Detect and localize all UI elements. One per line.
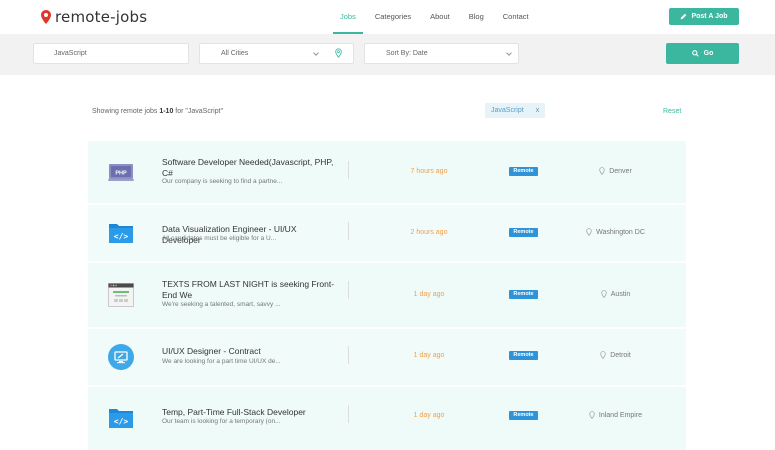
reset-link[interactable]: Reset <box>663 108 681 115</box>
php-icon: PHP <box>108 164 134 181</box>
divider <box>348 405 349 423</box>
location-text: Washington DC <box>596 228 645 236</box>
job-location: Austin <box>568 290 663 298</box>
summary-range: 1-10 <box>159 108 174 115</box>
browser-window-icon <box>108 283 134 307</box>
job-time: 1 day ago <box>413 291 445 298</box>
search-icon <box>691 50 699 57</box>
location-text: Inland Empire <box>598 411 643 419</box>
job-time: 1 day ago <box>413 412 445 419</box>
post-job-button[interactable]: Post A Job <box>669 8 739 25</box>
job-row[interactable]: PHP Software Developer Needed(Javascript… <box>88 141 686 203</box>
location-text: Detroit <box>610 351 631 359</box>
svg-text:</>: </> <box>114 232 129 241</box>
job-location: Denver <box>568 167 663 175</box>
divider <box>348 346 349 364</box>
divider <box>348 281 349 299</box>
code-folder-icon: </> <box>109 224 133 243</box>
city-select[interactable]: All Cities <box>199 43 354 64</box>
site-logo[interactable]: remote-jobs <box>41 8 147 26</box>
top-header: remote-jobs Jobs Categories About Blog C… <box>0 0 775 34</box>
job-desc: All candidates must be eligible for a U.… <box>162 235 277 242</box>
summary-prefix: Showing remote jobs <box>92 108 160 115</box>
sort-value: Sort By: Date <box>386 50 428 57</box>
job-title[interactable]: Temp, Part-Time Full-Stack Developer <box>162 407 336 418</box>
svg-text:</>: </> <box>114 417 129 426</box>
nav-jobs[interactable]: Jobs <box>333 0 363 34</box>
job-location: Washington DC <box>568 228 663 236</box>
monitor-icon <box>108 344 134 370</box>
job-time: 7 hours ago <box>410 168 448 175</box>
search-bar: JavaScript All Cities Sort By: Date <box>0 34 775 75</box>
map-pin-logo-icon <box>41 10 51 24</box>
filter-label: JavaScript <box>491 107 524 114</box>
job-row[interactable]: UI/UX Designer - Contract We are looking… <box>88 329 686 385</box>
job-title[interactable]: TEXTS FROM LAST NIGHT is seeking Front-E… <box>162 279 336 301</box>
job-desc: Our team is looking for a temporary (on.… <box>162 418 281 425</box>
city-value: All Cities <box>221 50 249 57</box>
job-title[interactable]: Software Developer Needed(Javascript, PH… <box>162 157 336 179</box>
location-pin-icon <box>586 228 592 236</box>
nav-about[interactable]: About <box>423 0 457 34</box>
job-location: Inland Empire <box>568 411 663 419</box>
post-job-label: Post A Job <box>691 13 728 20</box>
nav-blog[interactable]: Blog <box>462 0 491 34</box>
location-pin-icon <box>601 290 607 298</box>
job-desc: Our company is seeking to find a partne.… <box>162 178 283 185</box>
remote-badge: Remote <box>509 167 538 176</box>
nav-categories[interactable]: Categories <box>368 0 418 34</box>
nav-contact[interactable]: Contact <box>496 0 536 34</box>
job-desc: We are looking for a part time UI/UX de.… <box>162 358 281 365</box>
results-summary: Showing remote jobs 1-10 for "JavaScript… <box>92 108 223 115</box>
location-pin-icon <box>589 411 595 419</box>
job-row[interactable]: </> Data Visualization Engineer - UI/UX … <box>88 205 686 261</box>
location-text: Austin <box>610 290 631 298</box>
sort-select[interactable]: Sort By: Date <box>364 43 519 64</box>
location-pin-icon <box>599 167 605 175</box>
go-label: Go <box>703 50 714 57</box>
main-nav: Jobs Categories About Blog Contact <box>333 0 541 34</box>
location-pin-icon <box>335 48 342 58</box>
chevron-down-icon <box>313 50 319 56</box>
remote-badge: Remote <box>509 290 538 299</box>
job-row[interactable]: </> Temp, Part-Time Full-Stack Developer… <box>88 387 686 450</box>
code-folder-icon: </> <box>109 409 133 428</box>
job-location: Detroit <box>568 351 663 359</box>
remote-badge: Remote <box>509 351 538 360</box>
pencil-icon <box>681 13 687 20</box>
keyword-value: JavaScript <box>54 50 87 57</box>
remote-badge: Remote <box>509 228 538 237</box>
remove-filter-button[interactable]: x <box>536 107 540 114</box>
remote-badge: Remote <box>509 411 538 420</box>
chevron-down-icon <box>506 50 512 56</box>
active-filter-tag: JavaScript x <box>485 103 546 118</box>
go-button[interactable]: Go <box>666 43 739 64</box>
job-title[interactable]: UI/UX Designer - Contract <box>162 346 336 357</box>
location-pin-icon <box>600 351 606 359</box>
svg-text:PHP: PHP <box>115 171 127 177</box>
location-text: Denver <box>609 167 632 175</box>
logo-text: remote-jobs <box>55 8 148 26</box>
keyword-input[interactable]: JavaScript <box>33 43 189 64</box>
job-time: 1 day ago <box>413 352 445 359</box>
divider <box>348 222 349 240</box>
summary-suffix: for "JavaScript" <box>173 108 224 115</box>
job-time: 2 hours ago <box>410 229 448 236</box>
divider <box>348 161 349 179</box>
job-desc: We're seeking a talented, smart, savvy .… <box>162 301 281 308</box>
job-row[interactable]: TEXTS FROM LAST NIGHT is seeking Front-E… <box>88 263 686 327</box>
